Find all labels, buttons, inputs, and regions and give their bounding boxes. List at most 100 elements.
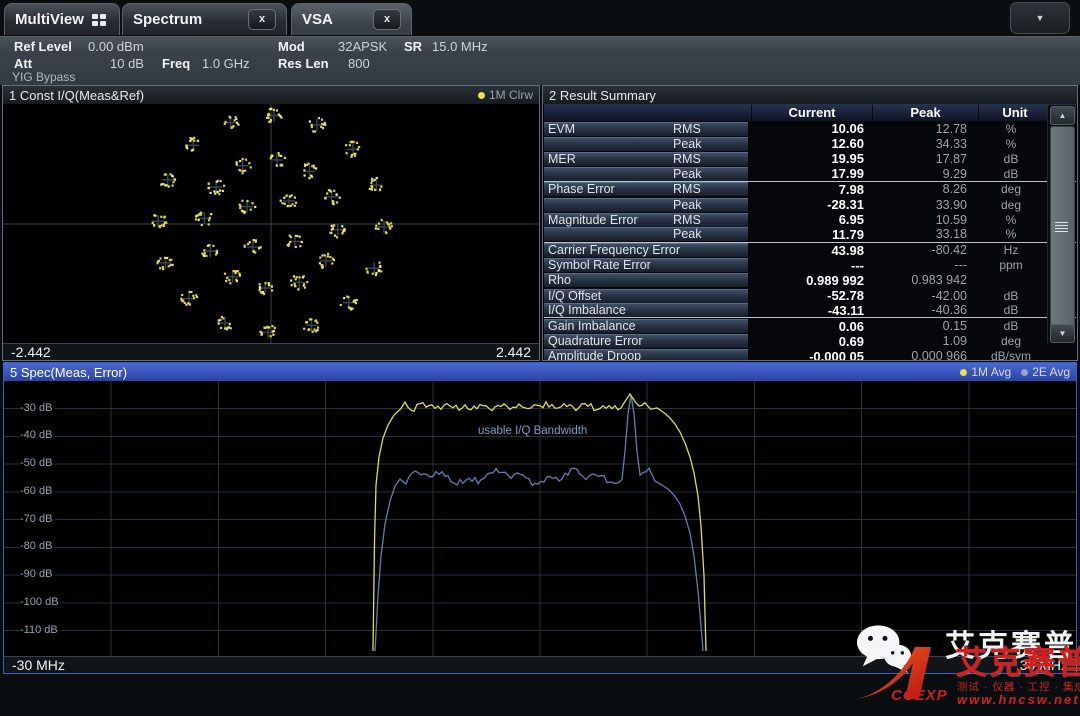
- field-sr[interactable]: SR: [404, 39, 422, 54]
- tab-spectrum-close-icon[interactable]: x: [248, 9, 276, 30]
- scroll-down-button[interactable]: ▼: [1050, 324, 1075, 343]
- row-label-bar[interactable]: Peak: [544, 167, 748, 181]
- row-peak-value: 8.26: [871, 182, 976, 196]
- constellation-x-min: -2.442: [11, 344, 51, 360]
- y-axis-tick-label: -50 dB: [20, 457, 55, 469]
- row-label-bar[interactable]: Amplitude Droop: [544, 349, 748, 360]
- field-sr-value[interactable]: 15.0 MHz: [432, 39, 488, 54]
- row-unit: dB: [976, 303, 1046, 317]
- row-label-bar[interactable]: Carrier Frequency Error: [544, 243, 748, 257]
- row-unit: dB/sym: [976, 349, 1046, 360]
- row-label-bar[interactable]: Peak: [544, 198, 748, 212]
- tab-spectrum[interactable]: Spectrum x: [122, 3, 287, 35]
- row-label-bar[interactable]: Gain Imbalance: [544, 319, 748, 333]
- row-peak-value: 9.29: [871, 167, 976, 181]
- row-label-bar[interactable]: I/Q Imbalance: [544, 303, 748, 317]
- row-label-bar[interactable]: EVMRMS: [544, 122, 748, 136]
- tab-multiview-label: MultiView: [15, 11, 84, 28]
- row-peak-value: 33.90: [871, 198, 976, 212]
- row-label-bar[interactable]: Peak: [544, 137, 748, 151]
- constellation-window-title: 1 Const I/Q(Meas&Ref): [9, 88, 144, 103]
- row-unit: deg: [976, 182, 1046, 196]
- row-label-bar[interactable]: Peak: [544, 227, 748, 241]
- constellation-trace-legend: 1M Clrw: [478, 88, 533, 102]
- field-freq-value[interactable]: 1.0 GHz: [202, 56, 250, 71]
- row-label-bar[interactable]: Phase ErrorRMS: [544, 182, 748, 196]
- spectrum-trace-legends: 1M Avg 2E Avg: [960, 365, 1070, 379]
- row-unit: dB: [976, 319, 1046, 333]
- field-ref-level-value[interactable]: 0.00 dBm: [88, 39, 144, 54]
- row-peak-value: -40.36: [871, 303, 976, 317]
- row-current-value: -52.78: [751, 288, 871, 303]
- window-list-dropdown-button[interactable]: ▼: [1010, 2, 1070, 34]
- scrollbar-thumb[interactable]: [1050, 126, 1075, 328]
- y-axis-tick-label: -80 dB: [20, 540, 55, 552]
- field-freq[interactable]: Freq: [162, 56, 190, 71]
- channel-info-toolbar: Ref Level 0.00 dBm Att 10 dB Freq 1.0 GH…: [0, 36, 1080, 85]
- row-peak-value: -80.42: [871, 243, 976, 257]
- row-label-bar[interactable]: Symbol Rate Error: [544, 258, 748, 272]
- field-ref-level[interactable]: Ref Level: [14, 39, 72, 54]
- row-peak-value: -42.00: [871, 289, 976, 303]
- y-axis-tick-label: -70 dB: [20, 513, 55, 525]
- column-header-current: Current: [751, 105, 872, 120]
- row-label-bar[interactable]: Quadrature Error: [544, 334, 748, 348]
- row-unit: %: [976, 137, 1046, 151]
- row-current-value: -0.000 05: [751, 349, 871, 360]
- field-att[interactable]: Att: [14, 56, 32, 71]
- arrow-down-icon: ▼: [1059, 329, 1067, 338]
- field-att-value[interactable]: 10 dB: [110, 56, 144, 71]
- spectrum-plot-area[interactable]: -30 dB-40 dB-50 dB-60 dB-70 dB-80 dB-90 …: [4, 381, 1076, 657]
- row-label-bar[interactable]: Magnitude ErrorRMS: [544, 213, 748, 227]
- row-label-bar[interactable]: MERRMS: [544, 152, 748, 166]
- spectrum-window-titlebar[interactable]: 5 Spec(Meas, Error) 1M Avg 2E Avg: [4, 363, 1076, 381]
- y-axis-tick-label: -90 dB: [20, 568, 55, 580]
- row-current-value: 12.60: [751, 136, 871, 151]
- table-row: EVMRMS10.0612.78%: [544, 121, 1076, 136]
- tab-vsa-label: VSA: [302, 11, 333, 28]
- constellation-x-max: 2.442: [496, 344, 531, 360]
- table-row: Phase ErrorRMS7.988.26deg: [544, 182, 1076, 197]
- constellation-plot-area[interactable]: [3, 104, 539, 344]
- row-current-value: 0.989 992: [751, 273, 871, 288]
- constellation-window-titlebar[interactable]: 1 Const I/Q(Meas&Ref) 1M Clrw: [3, 86, 539, 104]
- spectrum-window-title: 5 Spec(Meas, Error): [10, 365, 127, 380]
- multiview-grid-icon: [92, 14, 106, 26]
- field-mod-value[interactable]: 32APSK: [338, 39, 387, 54]
- scroll-up-button[interactable]: ▲: [1050, 106, 1075, 125]
- table-row: I/Q Offset-52.78-42.00dB: [544, 288, 1076, 303]
- column-header-unit: Unit: [978, 105, 1051, 120]
- field-mod[interactable]: Mod: [278, 39, 305, 54]
- y-axis-tick-label: -60 dB: [20, 485, 55, 497]
- constellation-window[interactable]: 1 Const I/Q(Meas&Ref) 1M Clrw -2.442 2.4…: [2, 85, 540, 361]
- result-table-scrollbar[interactable]: ▲ ▼: [1047, 105, 1075, 343]
- result-summary-titlebar[interactable]: 2 Result Summary: [543, 86, 1077, 104]
- field-res-len-value[interactable]: 800: [348, 56, 370, 71]
- meas-trace-legend-label: 1M Avg: [971, 365, 1011, 379]
- result-summary-table: Current Peak Unit EVMRMS10.0612.78%Peak1…: [544, 104, 1076, 360]
- row-label-bar[interactable]: I/Q Offset: [544, 289, 748, 303]
- table-row: Peak12.6034.33%: [544, 136, 1076, 151]
- tab-bar: MultiView Spectrum x VSA x ▼: [0, 0, 1080, 36]
- row-unit: ppm: [976, 258, 1046, 272]
- spectrum-window[interactable]: 5 Spec(Meas, Error) 1M Avg 2E Avg -30 dB…: [3, 362, 1077, 674]
- row-unit: dB: [976, 289, 1046, 303]
- result-summary-window[interactable]: 2 Result Summary Current Peak Unit EVMRM…: [542, 85, 1078, 361]
- row-current-value: 0.06: [751, 319, 871, 334]
- meas-trace-dot-icon: [960, 369, 967, 376]
- column-header-peak: Peak: [872, 105, 978, 120]
- row-unit: %: [976, 122, 1046, 136]
- table-row: Peak17.999.29dB: [544, 167, 1076, 182]
- table-row: Magnitude ErrorRMS6.9510.59%: [544, 212, 1076, 227]
- table-row: Rho0.989 9920.983 942: [544, 273, 1076, 288]
- tab-vsa-close-icon[interactable]: x: [373, 9, 401, 30]
- tab-vsa[interactable]: VSA x: [291, 3, 412, 35]
- field-res-len[interactable]: Res Len: [278, 56, 329, 71]
- table-row: Carrier Frequency Error43.98-80.42Hz: [544, 243, 1076, 258]
- row-label-bar[interactable]: Rho: [544, 273, 748, 287]
- tab-multiview[interactable]: MultiView: [4, 3, 120, 35]
- row-peak-value: 33.18: [871, 227, 976, 241]
- spectrum-traces: [4, 381, 1076, 657]
- row-peak-value: 1.09: [871, 334, 976, 348]
- watermark-url: www.hncsw.net: [957, 692, 1080, 707]
